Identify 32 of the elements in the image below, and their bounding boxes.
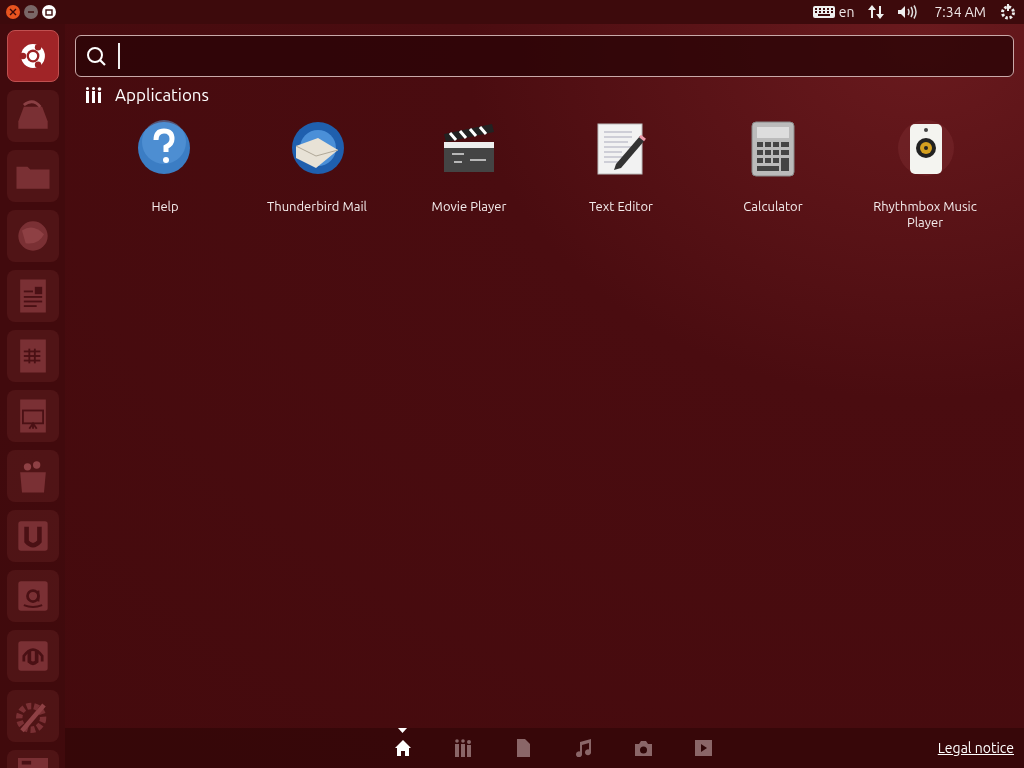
network-icon[interactable] <box>868 4 885 20</box>
video-icon[interactable] <box>693 739 713 757</box>
applications-icon <box>86 86 102 103</box>
volume-icon[interactable] <box>898 5 919 19</box>
app-label[interactable]: Text Editor <box>561 197 681 214</box>
app-label[interactable]: Help <box>105 197 225 214</box>
keyboard-layout-indicator[interactable]: en <box>838 1 855 23</box>
launcher-item[interactable] <box>6 690 59 742</box>
minimize-icon <box>27 11 35 13</box>
close-button[interactable] <box>6 5 20 19</box>
clock[interactable]: 7:34 AM <box>934 1 986 23</box>
maximize-button[interactable] <box>42 5 56 19</box>
dash-button[interactable] <box>6 30 59 82</box>
speaker-icon[interactable] <box>896 119 954 178</box>
keyboard-icon[interactable] <box>812 6 835 18</box>
maximize-icon <box>45 8 53 16</box>
home-icon[interactable] <box>393 739 413 757</box>
music-note-icon[interactable] <box>573 739 593 757</box>
launcher-item[interactable] <box>6 450 59 502</box>
launcher-item[interactable] <box>6 210 59 262</box>
app-label[interactable]: Rhythmbox Music Player <box>865 197 985 230</box>
applications-icon[interactable] <box>453 739 473 757</box>
legal-notice-link[interactable]: Legal notice <box>937 737 1014 759</box>
app-label[interactable]: Thunderbird Mail <box>257 197 377 214</box>
close-icon <box>9 8 17 16</box>
app-label[interactable]: Calculator <box>713 197 833 214</box>
search-icon <box>86 45 107 67</box>
app-label[interactable]: Movie Player <box>409 197 529 214</box>
camera-icon[interactable] <box>633 739 653 757</box>
selection-arrow-icon <box>398 728 407 733</box>
search-field[interactable] <box>75 35 1014 77</box>
section-title: Applications <box>115 84 209 106</box>
